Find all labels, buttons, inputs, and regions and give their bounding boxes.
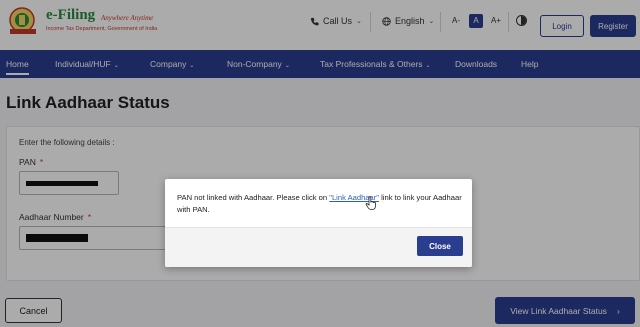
aadhaar-status-dialog: PAN not linked with Aadhaar. Please clic…: [165, 179, 472, 267]
dialog-message: PAN not linked with Aadhaar. Please clic…: [177, 192, 462, 216]
modal-overlay: [0, 0, 640, 327]
dialog-message-before: PAN not linked with Aadhaar. Please clic…: [177, 193, 330, 202]
close-button[interactable]: Close: [417, 236, 463, 256]
pointer-cursor-icon: [365, 196, 376, 210]
